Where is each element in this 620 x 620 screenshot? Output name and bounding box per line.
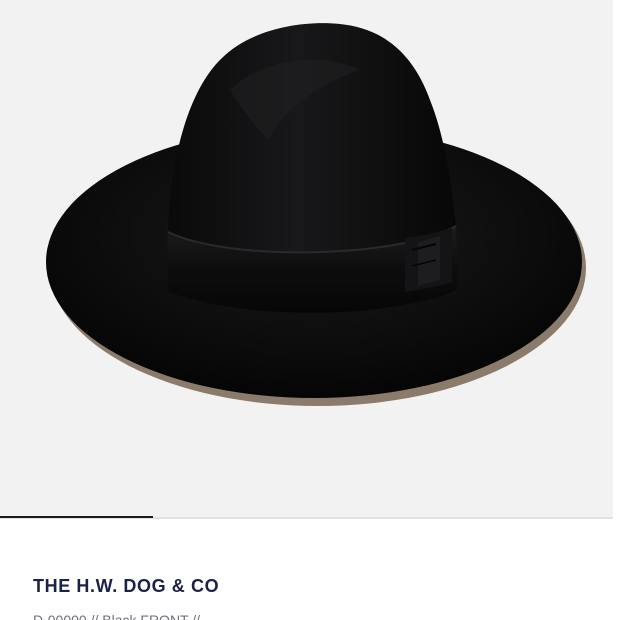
page-edge [613,0,620,517]
hat-image [46,23,586,406]
product-brand[interactable]: THE H.W. DOG & CO [33,576,219,597]
product-page: THE H.W. DOG & CO D-00000 // Black FRONT… [0,0,620,620]
product-subtitle: D-00000 // Black FRONT // [33,612,201,620]
gallery-progress-indicator [0,516,154,518]
product-image[interactable] [0,0,613,517]
